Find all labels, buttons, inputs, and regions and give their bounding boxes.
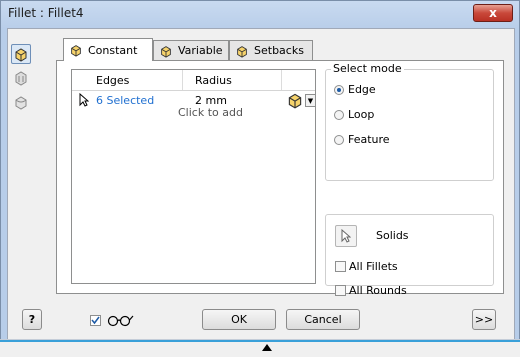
- cancel-label: Cancel: [304, 313, 342, 326]
- dialog-footer: ? OK Cancel >>: [8, 297, 514, 343]
- help-icon: ?: [28, 313, 36, 326]
- tab-setbacks[interactable]: Setbacks: [229, 40, 313, 60]
- column-radius: Radius: [195, 74, 232, 87]
- expand-panel-bar[interactable]: [0, 339, 520, 357]
- cancel-button[interactable]: Cancel: [286, 309, 360, 330]
- cube-icon: [288, 93, 302, 109]
- title-bar[interactable]: Fillet : Fillet4 x: [1, 1, 519, 27]
- all-fillets-checkbox[interactable]: All Fillets: [335, 260, 398, 273]
- window-title: Fillet : Fillet4: [8, 6, 84, 20]
- more-options-label: >>: [474, 313, 494, 326]
- more-options-button[interactable]: >>: [472, 309, 496, 330]
- dialog-body: Constant Variable Setbacks Edges Radius …: [7, 28, 515, 350]
- fillet-shape-button[interactable]: [286, 91, 304, 112]
- fillet-type-sidebar: [11, 44, 33, 116]
- preview-checkbox[interactable]: [90, 313, 134, 327]
- tab-variable-label: Variable: [178, 44, 223, 57]
- click-to-add[interactable]: Click to add: [178, 106, 243, 119]
- ok-label: OK: [231, 313, 247, 326]
- radio-loop[interactable]: Loop: [334, 108, 374, 121]
- radio-indicator: [334, 109, 344, 120]
- tab-setbacks-label: Setbacks: [254, 44, 304, 57]
- select-mode-title: Select mode: [331, 62, 404, 75]
- edge-fillet-icon: [15, 48, 27, 62]
- solids-label: Solids: [376, 229, 409, 242]
- ok-button[interactable]: OK: [202, 309, 276, 330]
- constant-panel: Edges Radius 6 Selected 2 mm ▼ Click to …: [56, 60, 504, 297]
- pointer-icon: [341, 229, 351, 243]
- help-button[interactable]: ?: [22, 309, 42, 330]
- all-rounds-label: All Rounds: [349, 284, 407, 297]
- radio-indicator: [334, 84, 344, 95]
- checkbox-box: [335, 261, 346, 272]
- tab-variable[interactable]: Variable: [153, 40, 229, 60]
- radio-edge[interactable]: Edge: [334, 83, 376, 96]
- face-fillet-icon: [15, 71, 27, 86]
- fillet-dialog: Fillet : Fillet4 x Constant Variable Set…: [0, 0, 520, 356]
- tab-constant-label: Constant: [88, 43, 138, 57]
- cube-icon: [71, 45, 81, 57]
- radio-feature-label: Feature: [348, 133, 390, 146]
- face-fillet-button[interactable]: [11, 68, 31, 88]
- radio-loop-label: Loop: [348, 108, 375, 121]
- expand-arrow-icon[interactable]: [262, 344, 272, 351]
- tab-constant[interactable]: Constant: [63, 38, 153, 61]
- select-mode-group: Select mode Edge Loop Feature: [325, 62, 494, 181]
- solids-select-button[interactable]: [335, 225, 357, 247]
- edge-radius-grid[interactable]: Edges Radius 6 Selected 2 mm ▼ Click to …: [71, 69, 316, 284]
- chevron-down-icon[interactable]: ▼: [305, 94, 316, 107]
- all-rounds-checkbox[interactable]: All Rounds: [335, 284, 407, 297]
- radio-edge-label: Edge: [348, 83, 376, 96]
- close-button[interactable]: x: [473, 4, 513, 22]
- pointer-icon: [79, 93, 89, 107]
- close-icon: x: [489, 6, 497, 20]
- cube-icon: [237, 45, 247, 58]
- accent-stripe: [0, 340, 520, 342]
- radio-feature[interactable]: Feature: [334, 133, 390, 146]
- checkmark-icon: [91, 316, 100, 324]
- glasses-icon: [107, 315, 134, 327]
- full-round-fillet-button[interactable]: [11, 92, 31, 112]
- full-round-fillet-icon: [15, 96, 27, 110]
- edges-selected-link[interactable]: 6 Selected: [96, 94, 154, 107]
- grid-header: Edges Radius: [72, 70, 315, 91]
- checkbox-box: [335, 285, 346, 296]
- edge-fillet-button[interactable]: [11, 44, 31, 64]
- cube-icon: [161, 45, 171, 58]
- all-fillets-label: All Fillets: [349, 260, 398, 273]
- column-edges: Edges: [96, 74, 130, 87]
- solids-group: Solids All Fillets All Rounds: [325, 214, 494, 297]
- radio-indicator: [334, 134, 344, 145]
- checkbox-box: [90, 314, 101, 326]
